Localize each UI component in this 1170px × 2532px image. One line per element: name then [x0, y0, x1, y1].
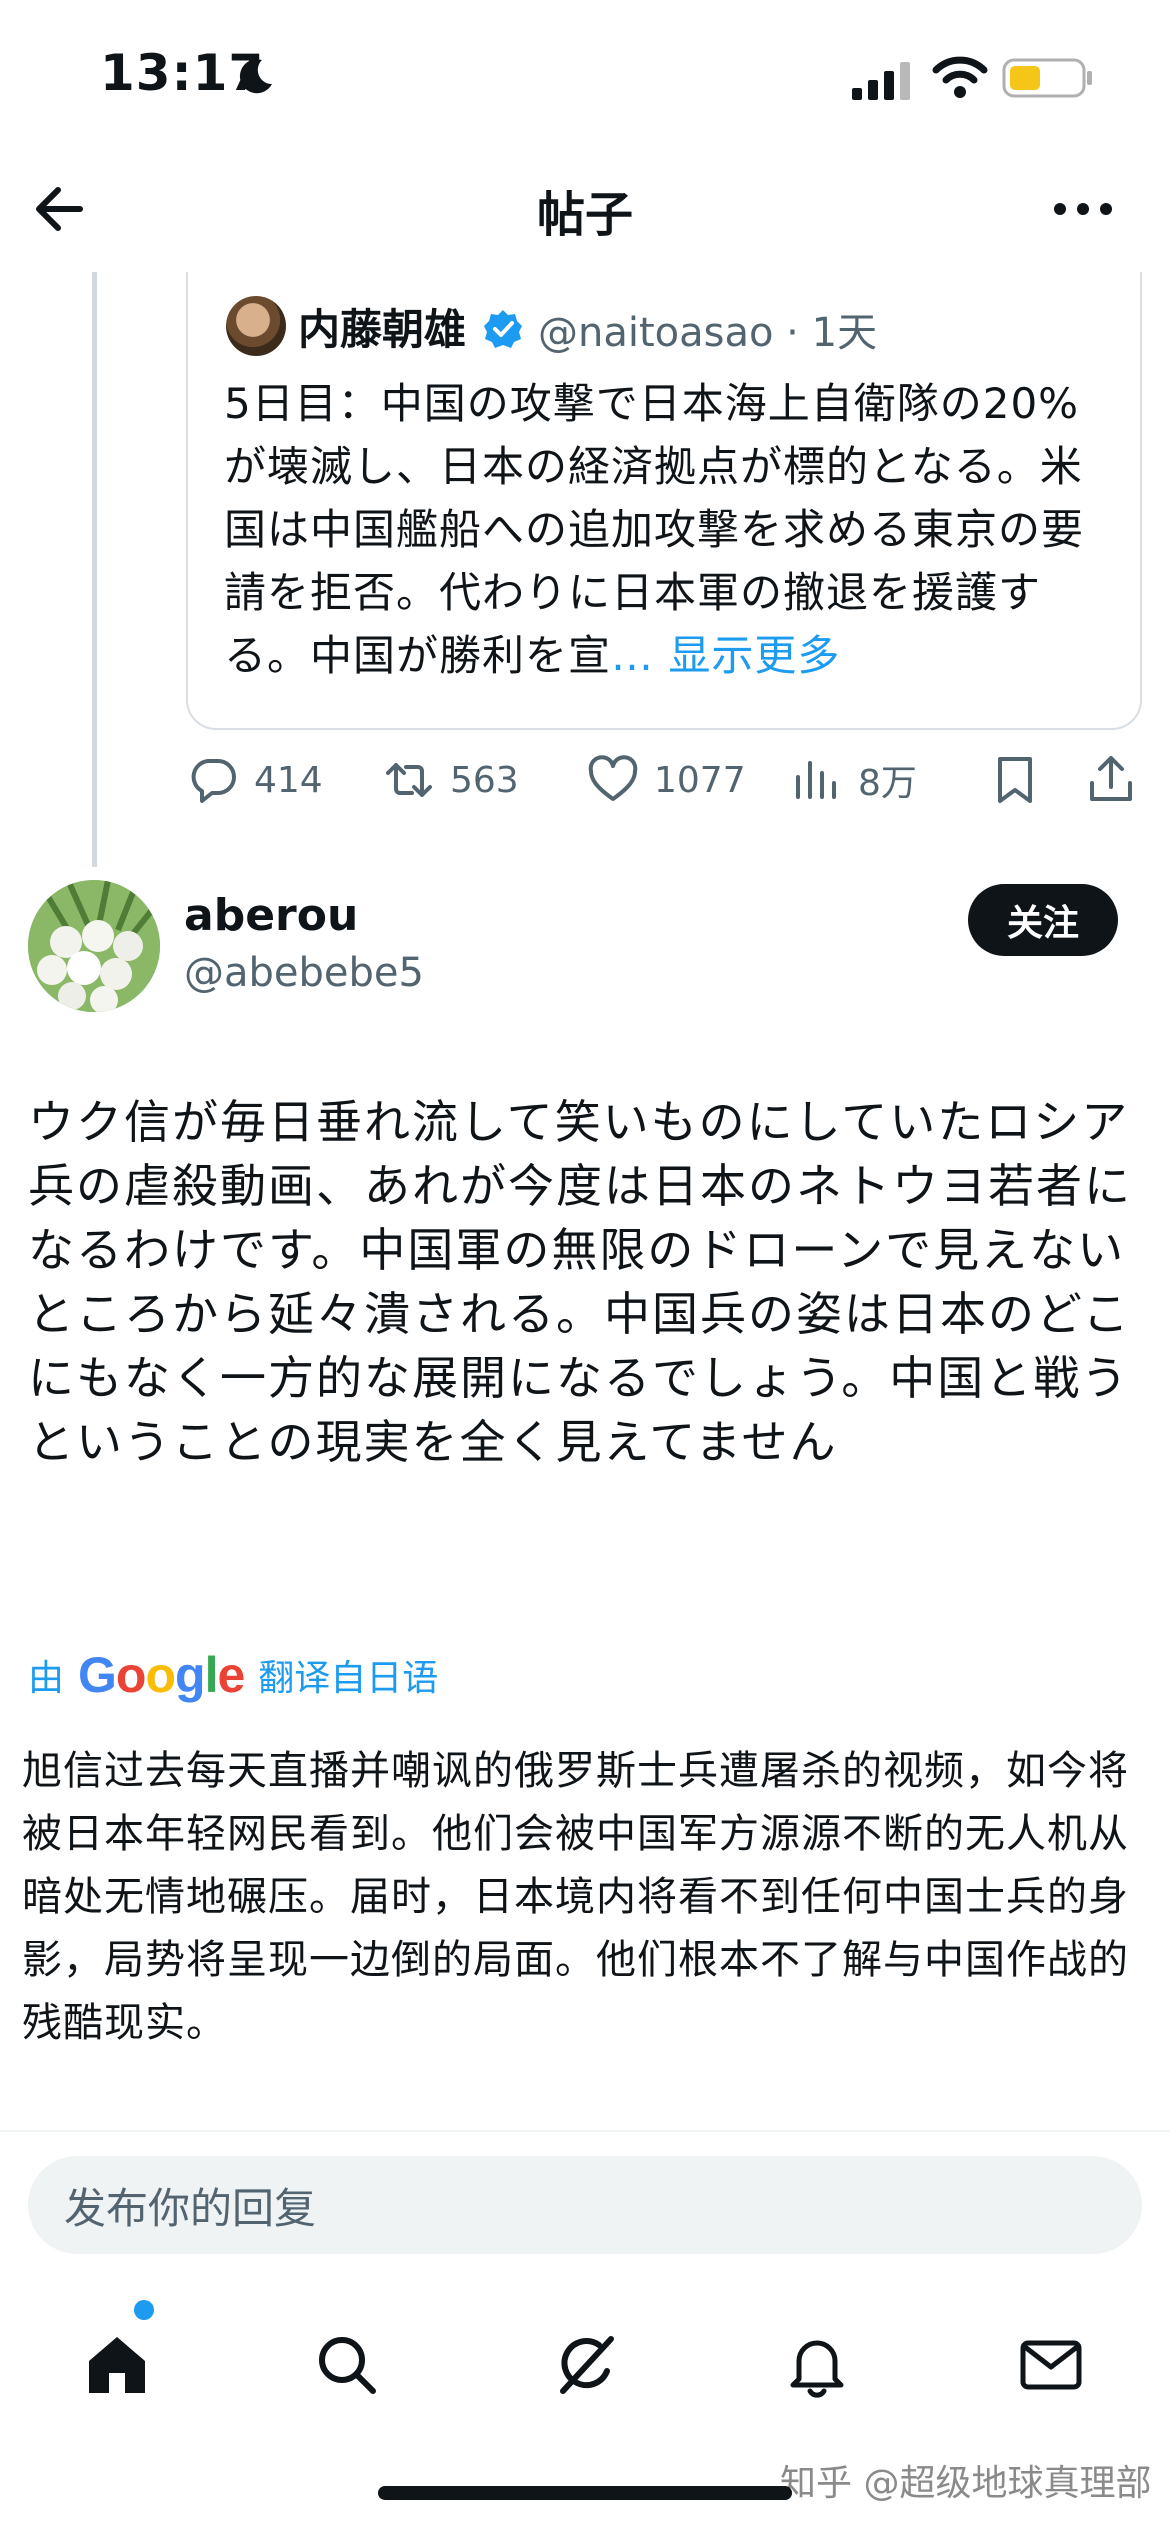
header: 帖子 — [0, 150, 1170, 265]
grok-icon — [560, 2336, 614, 2394]
like-action[interactable]: 1077 — [586, 745, 746, 815]
page-title: 帖子 — [536, 187, 633, 243]
bookmark-action[interactable] — [988, 745, 1042, 815]
author-avatar[interactable] — [28, 880, 160, 1012]
tab-messages[interactable] — [1006, 2320, 1096, 2410]
status-bar: 13:17 — [0, 0, 1170, 150]
tab-search[interactable] — [302, 2320, 392, 2410]
more-icon[interactable] — [1052, 194, 1114, 224]
translate-prefix: 由 — [28, 1658, 65, 1699]
retweet-icon — [386, 763, 432, 797]
quoted-author-handle: @naitoasao · 1天 — [538, 310, 878, 356]
like-icon — [588, 755, 638, 801]
reply-input[interactable]: 发布你的回复 — [28, 2156, 1142, 2254]
battery-icon — [1002, 58, 1092, 98]
watermark: 知乎 @超级地球真理部 — [780, 2463, 1152, 2504]
tab-home[interactable] — [72, 2320, 162, 2410]
share-action[interactable] — [1084, 745, 1138, 815]
moon-icon — [239, 59, 272, 94]
search-icon — [319, 2337, 376, 2394]
home-icon — [89, 2337, 145, 2393]
follow-button[interactable]: 关注 — [968, 884, 1118, 956]
wifi-icon — [932, 56, 988, 98]
bookmark-icon — [998, 757, 1032, 803]
tab-grok[interactable] — [540, 2320, 630, 2410]
retweet-count: 563 — [450, 759, 519, 801]
show-more-link[interactable]: … 显示更多 — [611, 631, 840, 680]
quoted-tweet-card[interactable]: 内藤朝雄 @naitoasao · 1天 5日目：中国の攻撃で日本海上自衛隊の2… — [186, 272, 1142, 730]
messages-icon — [1020, 2340, 1082, 2390]
translation-attribution[interactable]: 由 Google 翻译自日语 — [28, 1647, 439, 1703]
author-name[interactable]: aberou — [184, 890, 358, 941]
reply-count: 414 — [254, 759, 323, 801]
quoted-author-avatar[interactable] — [226, 296, 286, 356]
views-action[interactable]: 8万 — [790, 745, 917, 815]
tab-bar — [0, 2300, 1170, 2430]
quoted-tweet-text: 5日目：中国の攻撃で日本海上自衛隊の20%が壊滅し、日本の経済拠点が標的となる。… — [224, 372, 1114, 687]
tweet-text: ウク信が毎日垂れ流して笑いものにしていたロシア兵の虐殺動画、あれが今度は日本のネ… — [28, 1095, 1132, 1469]
reply-icon — [191, 759, 236, 803]
tweet-actions: 414 563 1077 8万 — [0, 745, 1170, 815]
reply-action[interactable]: 414 — [186, 745, 323, 815]
translation-text: 旭信过去每天直播并嘲讽的俄罗斯士兵遭屠杀的视频，如今将被日本年轻网民看到。他们会… — [22, 1748, 1129, 2046]
share-icon — [1090, 756, 1132, 801]
views-icon — [796, 761, 836, 799]
verified-icon — [484, 310, 522, 348]
quoted-author-name[interactable]: 内藤朝雄 — [298, 296, 466, 357]
author-handle[interactable]: @abebebe5 — [184, 950, 424, 996]
notifications-icon — [790, 2340, 844, 2398]
views-count: 8万 — [858, 763, 917, 804]
tab-notifications[interactable] — [772, 2320, 862, 2410]
home-indicator[interactable] — [378, 2486, 792, 2500]
signal-icon — [852, 62, 910, 100]
retweet-action[interactable]: 563 — [382, 745, 519, 815]
divider — [0, 2130, 1170, 2132]
translate-suffix: 翻译自日语 — [258, 1658, 439, 1699]
turnip-image — [28, 880, 160, 1012]
like-count: 1077 — [654, 759, 746, 801]
google-logo: Google — [78, 1647, 245, 1703]
